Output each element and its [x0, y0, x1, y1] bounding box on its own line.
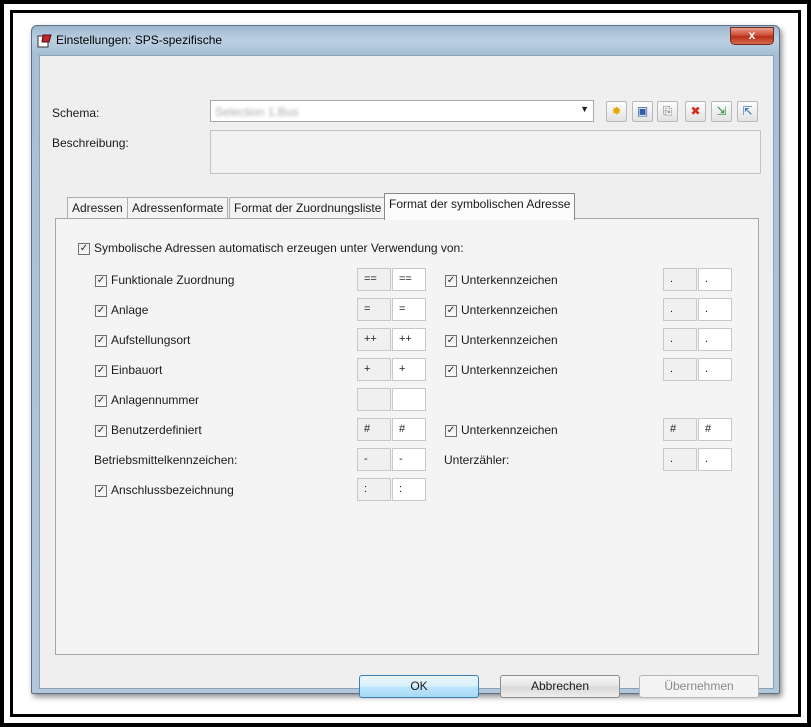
export-icon[interactable]: ⇱	[737, 101, 758, 122]
cancel-button[interactable]: Abbrechen	[500, 675, 620, 698]
sub-label: Unterkennzeichen	[461, 363, 558, 377]
description-field[interactable]	[210, 130, 761, 174]
sub-separator-field-right[interactable]: #	[698, 418, 732, 441]
sub-separator-field-left[interactable]: .	[663, 268, 697, 291]
schema-label: Schema:	[52, 106, 100, 120]
import-icon[interactable]: ⇲	[711, 101, 732, 122]
sub-separator-field-left[interactable]: #	[663, 418, 697, 441]
sub-checkbox[interactable]: ✓	[445, 335, 457, 347]
row-checkbox[interactable]: ✓	[95, 335, 107, 347]
auto-generate-label: Symbolische Adressen automatisch erzeuge…	[94, 241, 464, 255]
sub-label: Unterkennzeichen	[461, 423, 558, 437]
tab-format-zuordnungsliste[interactable]: Format der Zuordnungsliste	[229, 197, 387, 218]
delete-icon[interactable]: ✖	[685, 101, 706, 122]
sub-separator-field-right[interactable]: .	[698, 268, 732, 291]
sub-separator-field-right[interactable]: .	[698, 448, 732, 471]
sub-label: Unterkennzeichen	[461, 303, 558, 317]
sub-separator-field-right[interactable]: .	[698, 358, 732, 381]
sub-checkbox[interactable]: ✓	[445, 275, 457, 287]
tab-adressen[interactable]: Adressen	[67, 197, 128, 218]
separator-field-left[interactable]: ++	[357, 328, 391, 351]
tab-panel: ✓ Symbolische Adressen automatisch erzeu…	[55, 218, 759, 655]
schema-value: Selection 1.Bus	[215, 105, 299, 119]
row-label: Anschlussbezeichnung	[111, 483, 234, 497]
separator-field-left[interactable]: +	[357, 358, 391, 381]
row-label: Einbauort	[111, 363, 163, 377]
sub-label: Unterkennzeichen	[461, 273, 558, 287]
separator-field-left[interactable]: =	[357, 298, 391, 321]
separator-field-right[interactable]: +	[392, 358, 426, 381]
row-checkbox[interactable]: ✓	[95, 395, 107, 407]
separator-field-right[interactable]: -	[392, 448, 426, 471]
ok-button[interactable]: OK	[359, 675, 479, 698]
description-label: Beschreibung:	[52, 136, 129, 150]
row-checkbox[interactable]: ✓	[95, 305, 107, 317]
separator-field-left[interactable]: ==	[357, 268, 391, 291]
sub-separator-field-left[interactable]: .	[663, 298, 697, 321]
separator-field-left[interactable]	[357, 388, 391, 411]
sub-checkbox[interactable]: ✓	[445, 365, 457, 377]
separator-field-left[interactable]: :	[357, 478, 391, 501]
save-icon[interactable]: ▣	[632, 101, 653, 122]
sub-label: Unterzähler:	[444, 453, 510, 467]
sub-checkbox[interactable]: ✓	[445, 425, 457, 437]
sub-separator-field-left[interactable]: .	[663, 448, 697, 471]
copy-icon[interactable]: ⎘	[657, 101, 678, 122]
separator-field-left[interactable]: #	[357, 418, 391, 441]
row-label: Anlagennummer	[111, 393, 200, 407]
row-checkbox[interactable]: ✓	[95, 275, 107, 287]
separator-field-right[interactable]: ==	[392, 268, 426, 291]
sub-checkbox[interactable]: ✓	[445, 305, 457, 317]
sub-separator-field-right[interactable]: .	[698, 298, 732, 321]
sub-separator-field-left[interactable]: .	[663, 358, 697, 381]
row-label: Betriebsmittelkennzeichen:	[94, 453, 238, 467]
separator-field-left[interactable]: -	[357, 448, 391, 471]
chevron-down-icon: ▼	[580, 104, 589, 114]
schema-select[interactable]: Selection 1.Bus ▼	[210, 100, 594, 122]
sub-label: Unterkennzeichen	[461, 333, 558, 347]
row-checkbox[interactable]: ✓	[95, 485, 107, 497]
dialog-client: Schema: Selection 1.Bus ▼ ✸ ▣ ⎘ ✖ ⇲ ⇱ Be…	[39, 55, 774, 698]
sub-separator-field-left[interactable]: .	[663, 328, 697, 351]
sub-separator-field-right[interactable]: .	[698, 328, 732, 351]
row-checkbox[interactable]: ✓	[95, 425, 107, 437]
dialog-window: Einstellungen: SPS-spezifische x Schema:…	[31, 25, 780, 698]
separator-field-right[interactable]: ++	[392, 328, 426, 351]
row-label: Anlage	[111, 303, 149, 317]
row-label: Benutzerdefiniert	[111, 423, 202, 437]
app-icon	[37, 34, 52, 48]
row-checkbox[interactable]: ✓	[95, 365, 107, 377]
separator-field-right[interactable]: #	[392, 418, 426, 441]
separator-field-right[interactable]: :	[392, 478, 426, 501]
row-label: Aufstellungsort	[111, 333, 191, 347]
separator-field-right[interactable]: =	[392, 298, 426, 321]
window-title: Einstellungen: SPS-spezifische	[56, 33, 223, 47]
row-label: Funktionale Zuordnung	[111, 273, 235, 287]
tab-format-symbolische-adresse[interactable]: Format der symbolischen Adresse	[384, 193, 576, 220]
auto-generate-checkbox[interactable]: ✓	[78, 243, 90, 255]
new-icon[interactable]: ✸	[606, 101, 627, 122]
apply-button[interactable]: Übernehmen	[639, 675, 759, 698]
close-button[interactable]: x	[730, 27, 774, 45]
separator-field-right[interactable]	[392, 388, 426, 411]
tab-adressenformate[interactable]: Adressenformate	[127, 197, 229, 218]
